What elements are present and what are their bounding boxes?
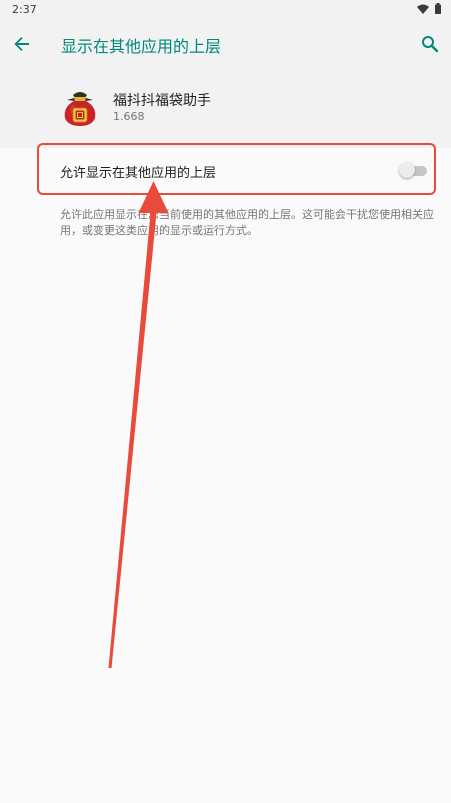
app-name: 福抖抖福袋助手	[113, 93, 211, 109]
search-icon	[422, 36, 439, 53]
app-bar: 显示在其他应用的上层	[0, 20, 451, 68]
app-header: 福抖抖福袋助手 1.668	[0, 68, 451, 148]
page-title: 显示在其他应用的上层	[61, 37, 222, 56]
battery-icon	[435, 3, 441, 14]
wifi-icon	[417, 4, 429, 14]
status-time: 2:37	[12, 3, 37, 16]
status-bar: 2:37	[0, 0, 451, 20]
lucky-bag-icon	[64, 92, 96, 126]
status-icons	[417, 3, 441, 14]
back-button[interactable]	[10, 32, 34, 56]
arrow-left-icon	[14, 37, 29, 51]
highlight-annotation	[37, 143, 436, 195]
permission-description: 允许此应用显示在您当前使用的其他应用的上层。这可能会干扰您使用相关应用，或变更这…	[60, 208, 434, 237]
app-version: 1.668	[113, 110, 145, 123]
search-button[interactable]	[417, 31, 443, 57]
